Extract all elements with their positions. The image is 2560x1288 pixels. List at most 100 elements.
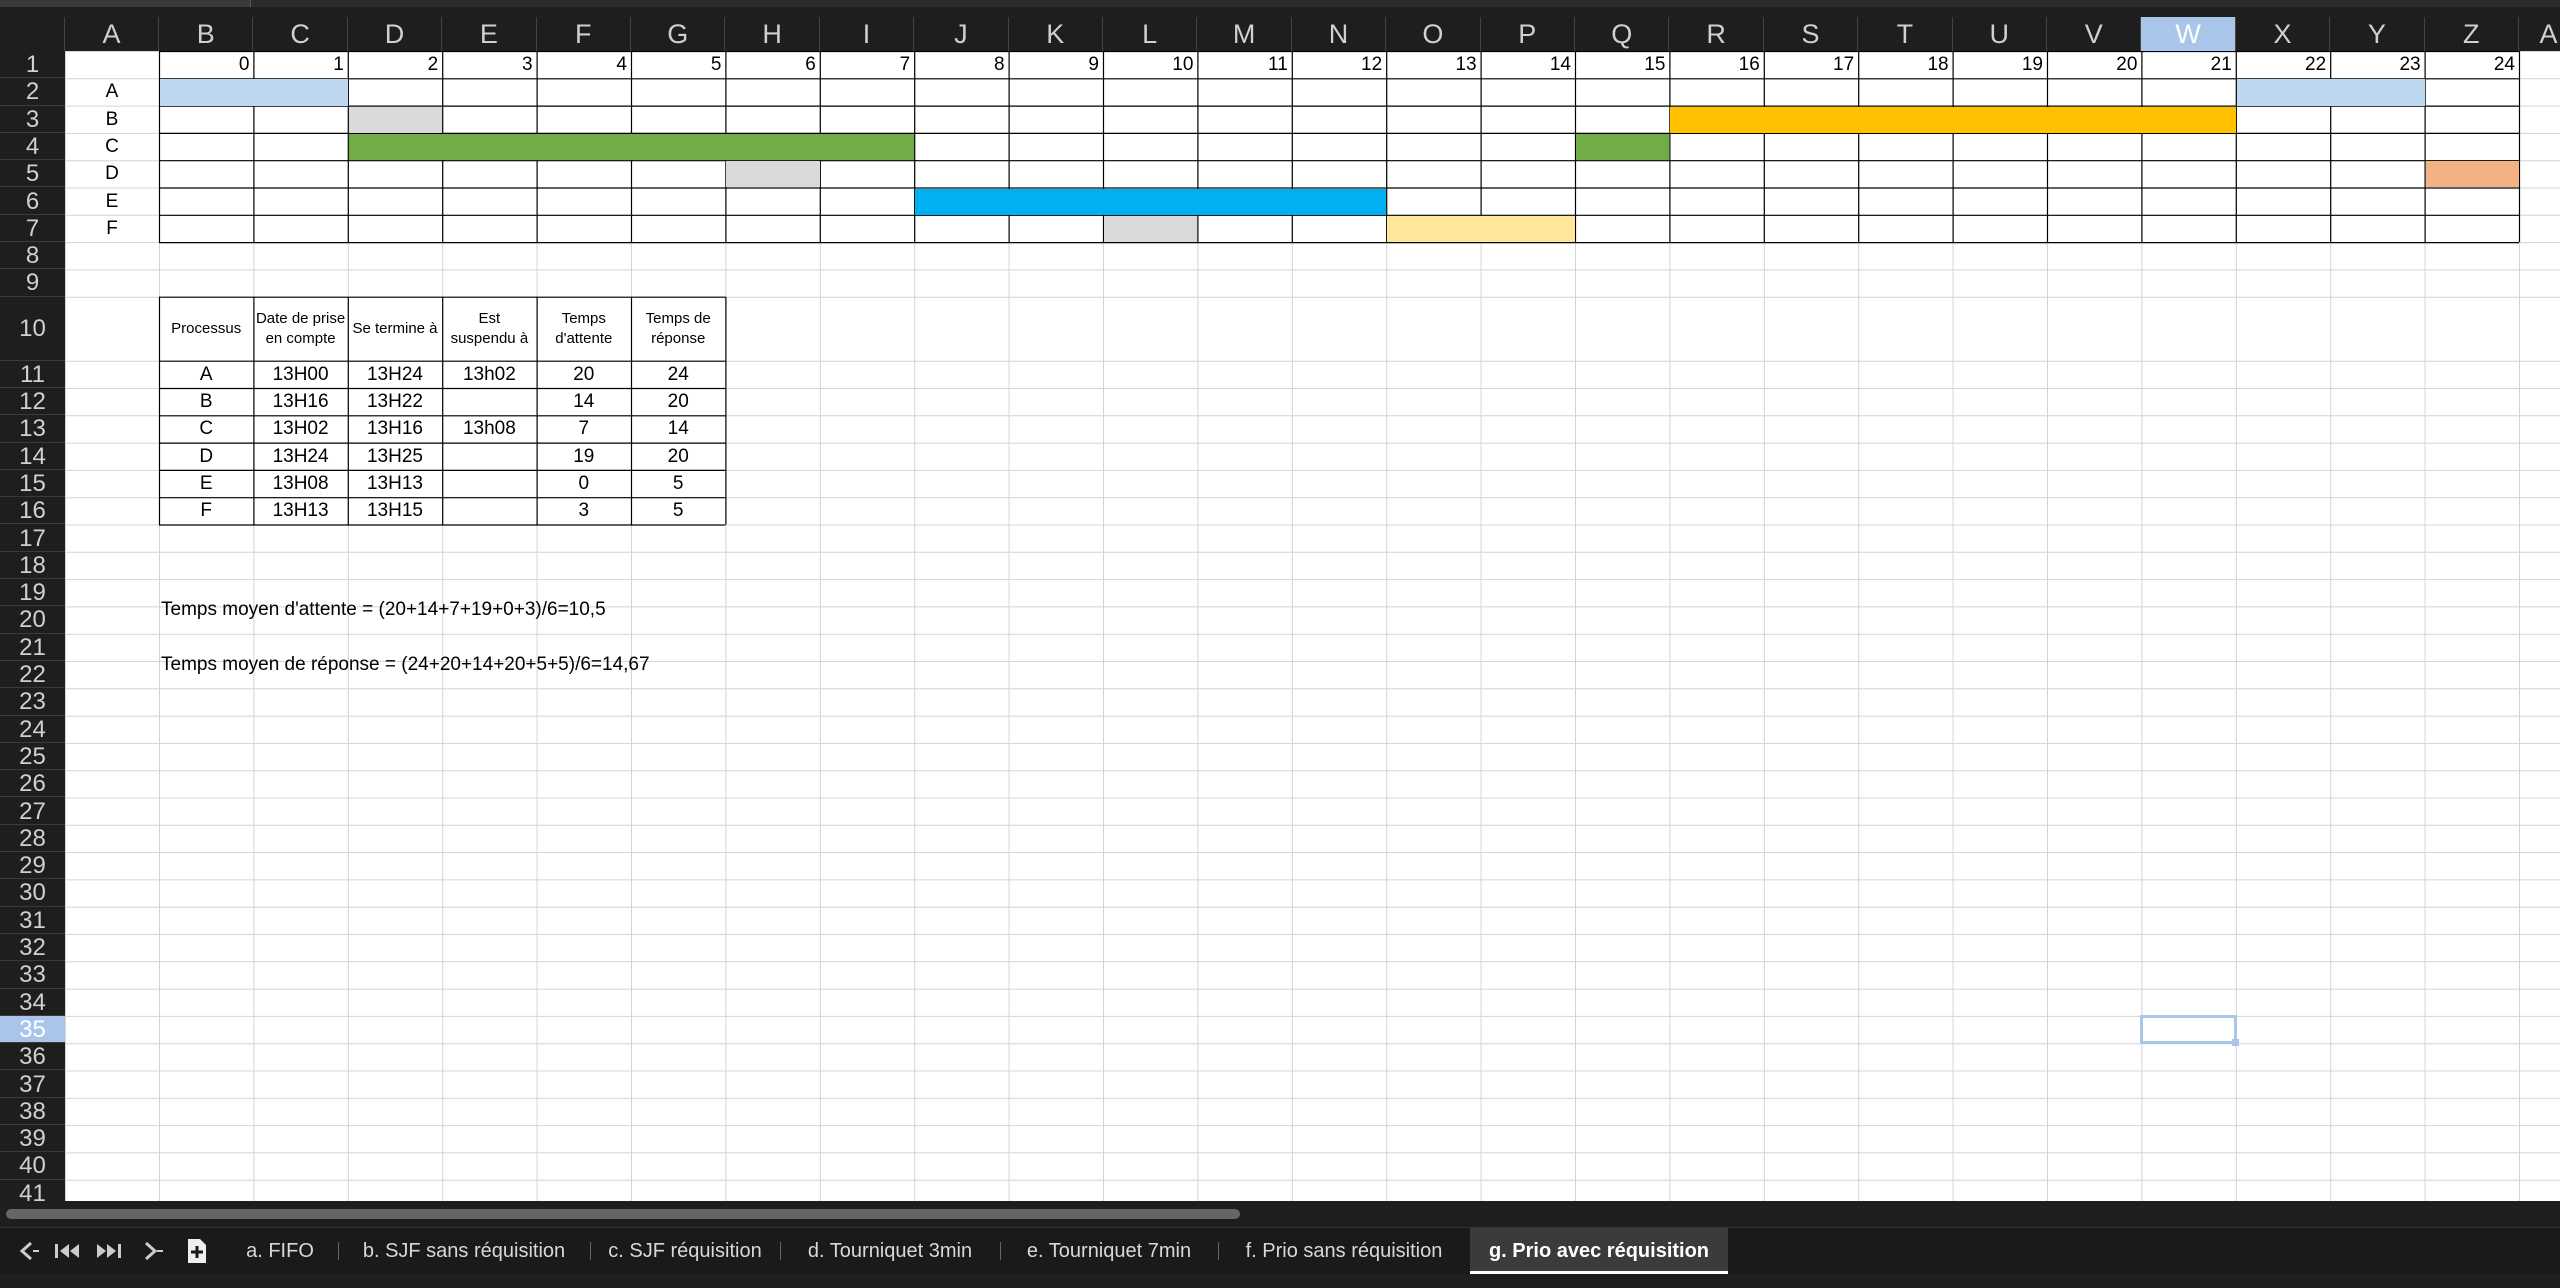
- column-header-y[interactable]: Y: [2330, 17, 2425, 51]
- row-header-14[interactable]: 14: [0, 443, 65, 470]
- row-header-22[interactable]: 22: [0, 661, 65, 689]
- row-header-3[interactable]: 3: [0, 106, 65, 133]
- column-header-p[interactable]: P: [1481, 17, 1575, 51]
- row-header-10[interactable]: 10: [0, 297, 65, 361]
- document-tab[interactable]: [0, 0, 251, 7]
- sheet-tab[interactable]: a. FIFO: [222, 1228, 338, 1274]
- row-header-4[interactable]: 4: [0, 133, 65, 161]
- sheet-tab[interactable]: d. Tourniquet 3min: [780, 1228, 1000, 1274]
- row-header-6[interactable]: 6: [0, 188, 65, 215]
- row-header-19[interactable]: 19: [0, 579, 65, 607]
- column-header-m[interactable]: M: [1197, 17, 1292, 51]
- column-header-x[interactable]: X: [2236, 17, 2331, 51]
- gantt-bar-grey[interactable]: [348, 106, 443, 133]
- row-header-31[interactable]: 31: [0, 907, 65, 934]
- row-header-13[interactable]: 13: [0, 415, 65, 443]
- column-header-d[interactable]: D: [348, 17, 443, 51]
- first-sheet-icon[interactable]: [48, 1228, 86, 1274]
- table-cell: E: [199, 472, 213, 494]
- scroll-thumb[interactable]: [6, 1209, 1240, 1219]
- column-header-q[interactable]: Q: [1575, 17, 1670, 51]
- row-header-38[interactable]: 38: [0, 1098, 65, 1126]
- row-header-21[interactable]: 21: [0, 634, 65, 661]
- gantt-bar-light-blue[interactable]: [160, 79, 348, 106]
- row-header-37[interactable]: 37: [0, 1071, 65, 1098]
- row-header-34[interactable]: 34: [0, 989, 65, 1016]
- row-header-29[interactable]: 29: [0, 852, 65, 880]
- column-header-z[interactable]: Z: [2425, 17, 2519, 51]
- row-header-27[interactable]: 27: [0, 798, 65, 825]
- column-header-k[interactable]: K: [1009, 17, 1103, 51]
- row-header-18[interactable]: 18: [0, 552, 65, 580]
- column-header-i[interactable]: I: [820, 17, 915, 51]
- column-header-b[interactable]: B: [159, 17, 254, 51]
- column-header-l[interactable]: L: [1103, 17, 1198, 51]
- row-header-16[interactable]: 16: [0, 497, 65, 525]
- last-sheet-icon[interactable]: [90, 1228, 128, 1274]
- row-header-28[interactable]: 28: [0, 825, 65, 853]
- gantt-bar-yellow[interactable]: [1387, 215, 1575, 243]
- row-header-33[interactable]: 33: [0, 961, 65, 989]
- sheet-tab[interactable]: f. Prio sans réquisition: [1218, 1228, 1470, 1274]
- column-header-r[interactable]: R: [1669, 17, 1764, 51]
- row-header-12[interactable]: 12: [0, 388, 65, 416]
- gantt-bar-salmon[interactable]: [2425, 161, 2519, 188]
- column-header-n[interactable]: N: [1292, 17, 1387, 51]
- sheet-tab[interactable]: e. Tourniquet 7min: [1000, 1228, 1218, 1274]
- column-header-v[interactable]: V: [2047, 17, 2142, 51]
- add-sheet-icon[interactable]: [178, 1228, 216, 1274]
- column-header-h[interactable]: H: [725, 17, 820, 51]
- gantt-bar-green[interactable]: [1576, 133, 1670, 161]
- column-header-j[interactable]: J: [914, 17, 1009, 51]
- column-header-a-next[interactable]: A: [2519, 17, 2560, 51]
- sheet-tab[interactable]: b. SJF sans réquisition: [338, 1228, 590, 1274]
- column-header-o[interactable]: O: [1386, 17, 1481, 51]
- process-label: B: [105, 108, 119, 130]
- horizontal-scrollbar[interactable]: [0, 1201, 2560, 1227]
- next-sheet-icon[interactable]: [132, 1228, 170, 1274]
- row-header-32[interactable]: 32: [0, 934, 65, 962]
- row-header-7[interactable]: 7: [0, 215, 65, 243]
- row-header-15[interactable]: 15: [0, 470, 65, 498]
- row-header-2[interactable]: 2: [0, 78, 65, 106]
- spreadsheet-grid[interactable]: 0 1 2 3 4 5 6 7 8 9 10 11 12 13 14 15 16 17 18 19 20 21 22 23 24…: [65, 51, 2560, 1201]
- row-header-23[interactable]: 23: [0, 688, 65, 716]
- sheet-tab[interactable]: c. SJF réquisition: [590, 1228, 780, 1274]
- column-header-w[interactable]: W: [2141, 17, 2236, 51]
- row-header-20[interactable]: 20: [0, 606, 65, 634]
- row-header-9[interactable]: 9: [0, 269, 65, 297]
- row-header-30[interactable]: 30: [0, 879, 65, 907]
- select-all-corner[interactable]: [0, 17, 65, 51]
- column-header-t[interactable]: T: [1858, 17, 1953, 51]
- row-header-24[interactable]: 24: [0, 716, 65, 743]
- row-header-40[interactable]: 40: [0, 1152, 65, 1180]
- row-header-17[interactable]: 17: [0, 525, 65, 552]
- row-header-26[interactable]: 26: [0, 770, 65, 798]
- gantt-bar-grey[interactable]: [726, 161, 820, 188]
- row-header-35[interactable]: 35: [0, 1015, 65, 1044]
- row-header-41[interactable]: 41: [0, 1180, 65, 1201]
- gantt-bar-grey[interactable]: [1104, 215, 1198, 243]
- column-header-g[interactable]: G: [631, 17, 726, 51]
- selected-cell[interactable]: [2140, 1014, 2239, 1047]
- gantt-bar-light-blue[interactable]: [2236, 79, 2425, 106]
- prev-sheet-icon[interactable]: [8, 1228, 46, 1274]
- column-header-f[interactable]: F: [537, 17, 631, 51]
- column-header-u[interactable]: U: [1953, 17, 2047, 51]
- row-header-1[interactable]: 1: [0, 51, 65, 79]
- gantt-bar-blue[interactable]: [915, 188, 1387, 215]
- row-header-5[interactable]: 5: [0, 160, 65, 188]
- fill-handle[interactable]: [2231, 1039, 2239, 1047]
- row-header-25[interactable]: 25: [0, 743, 65, 771]
- row-header-8[interactable]: 8: [0, 242, 65, 270]
- row-header-11[interactable]: 11: [0, 361, 65, 388]
- column-header-s[interactable]: S: [1764, 17, 1859, 51]
- gantt-bar-green[interactable]: [348, 133, 915, 161]
- gantt-bar-orange[interactable]: [1670, 106, 2236, 133]
- row-header-36[interactable]: 36: [0, 1043, 65, 1071]
- column-header-c[interactable]: C: [253, 17, 348, 51]
- sheet-tab[interactable]: g. Prio avec réquisition: [1470, 1228, 1728, 1274]
- row-header-39[interactable]: 39: [0, 1125, 65, 1153]
- column-header-e[interactable]: E: [442, 17, 537, 51]
- column-header-a[interactable]: A: [65, 17, 159, 51]
